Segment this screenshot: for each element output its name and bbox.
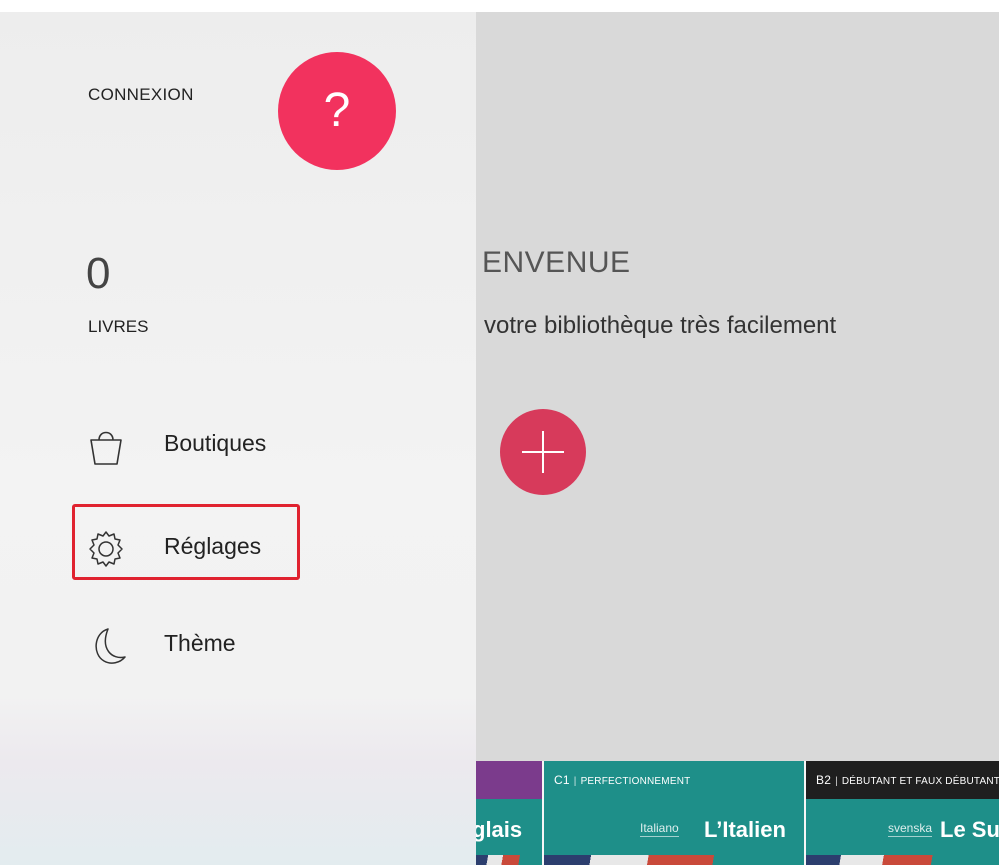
welcome-title: ENVENUE bbox=[482, 246, 631, 279]
book-card-italien[interactable]: C1 | PERFECTIONNEMENT Italiano L’Italien bbox=[544, 761, 804, 865]
book-language: svenska bbox=[888, 821, 933, 837]
moon-icon bbox=[84, 624, 128, 668]
book-titlebar: glais bbox=[476, 799, 542, 855]
book-band: C1 | PERFECTIONNEMENT bbox=[544, 761, 804, 799]
sidebar: CONNEXION ? 0 LIVRES Boutiques Réglages … bbox=[0, 12, 476, 865]
main-content: ENVENUE votre bibliothèque très facileme… bbox=[476, 12, 999, 865]
book-band bbox=[476, 761, 542, 799]
book-titlebar: Italiano L’Italien bbox=[544, 799, 804, 855]
book-titlebar: svenska Le Su bbox=[806, 799, 999, 855]
book-card-anglais[interactable]: glais bbox=[476, 761, 542, 865]
sidebar-item-label: Thème bbox=[164, 630, 236, 656]
book-cover bbox=[476, 855, 542, 865]
highlight-box bbox=[72, 504, 300, 580]
book-count: 0 bbox=[86, 249, 111, 298]
book-band-text: DÉBUTANT ET FAUX DÉBUTANT bbox=[841, 776, 999, 787]
connexion-link[interactable]: CONNEXION bbox=[88, 85, 194, 105]
book-level: B2 bbox=[816, 773, 832, 787]
shopping-bag-icon bbox=[84, 424, 128, 468]
sidebar-item-theme[interactable]: Thème bbox=[84, 614, 384, 674]
add-book-button[interactable] bbox=[500, 409, 586, 495]
help-button[interactable]: ? bbox=[278, 52, 396, 170]
book-band-text: PERFECTIONNEMENT bbox=[580, 776, 691, 787]
welcome-subtitle: votre bibliothèque très facilement bbox=[484, 312, 837, 339]
book-cover bbox=[544, 855, 804, 865]
book-title: Le Su bbox=[940, 817, 999, 842]
book-shelf: glais C1 | PERFECTIONNEMENT Italiano L’Ita… bbox=[476, 761, 999, 865]
book-title: glais bbox=[476, 817, 523, 842]
book-count-label: LIVRES bbox=[88, 317, 149, 336]
book-level: C1 bbox=[554, 773, 570, 787]
book-cover bbox=[806, 855, 999, 865]
sidebar-item-label: Boutiques bbox=[164, 430, 267, 456]
book-card-suedois[interactable]: B2 | DÉBUTANT ET FAUX DÉBUTANT svenska Le … bbox=[806, 761, 999, 865]
book-title: L’Italien bbox=[704, 817, 786, 842]
book-band: B2 | DÉBUTANT ET FAUX DÉBUTANT bbox=[806, 761, 999, 799]
sidebar-item-boutiques[interactable]: Boutiques bbox=[84, 414, 384, 474]
book-language: Italiano bbox=[640, 821, 679, 837]
